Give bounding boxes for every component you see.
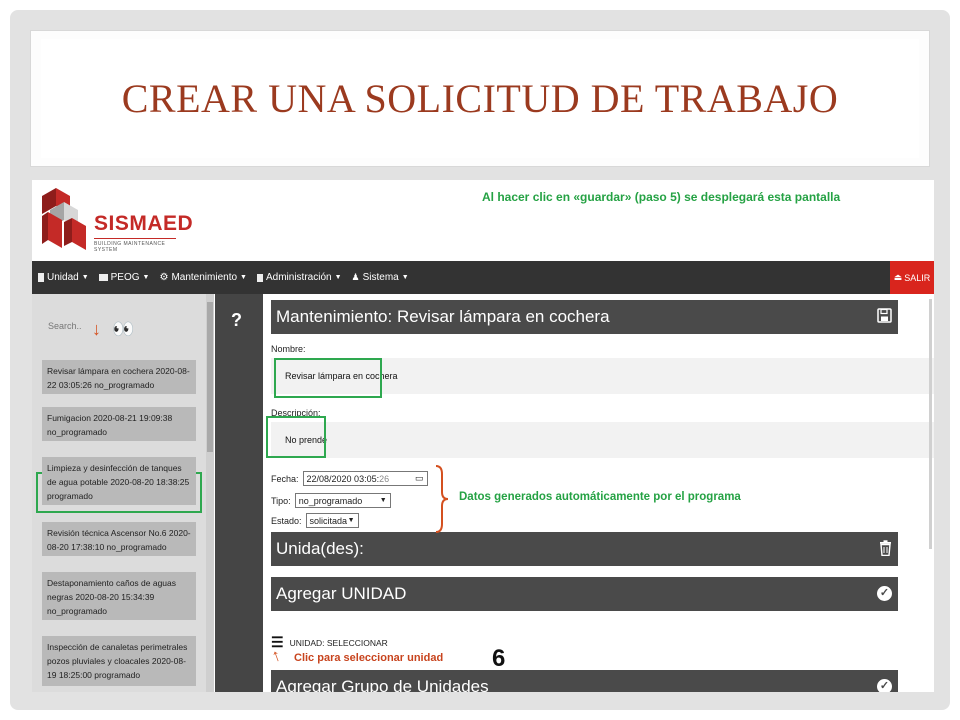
logout-icon: ⏏ (893, 272, 903, 282)
chevron-down-icon: ▼ (347, 517, 355, 524)
users-icon: ♟ (351, 272, 360, 282)
tipo-label: Tipo: (271, 495, 291, 506)
calendar-icon (98, 274, 108, 281)
list-item[interactable]: Revisión técnica Ascensor No.6 2020-08-2… (42, 522, 196, 556)
descripcion-row: No prende (271, 422, 934, 458)
logo-blocks-icon (42, 188, 86, 250)
estado-value: solicitada (309, 515, 348, 526)
help-button[interactable]: ? (231, 310, 242, 331)
top-navbar: Unidad ▼ PEOG ▼ ⚙ Mantenimiento ▼ Admini… (32, 261, 934, 294)
nombre-highlight-box (274, 358, 382, 398)
logout-label: SALIR (904, 272, 931, 283)
nav-label: Sistema (362, 272, 399, 283)
logo-text: SISMAED (94, 212, 194, 235)
list-item[interactable]: Fumigacion 2020-08-21 19:09:38 no_progra… (42, 407, 196, 441)
caret-down-icon: ▼ (401, 274, 409, 281)
agregar-grupo-title: Agregar Grupo de Unidades (276, 677, 489, 692)
arrow-down-annotation: ↓ (92, 319, 101, 339)
estado-select[interactable]: solicitada ▼ (305, 513, 359, 528)
check-circle-icon[interactable]: ✓ (877, 586, 892, 601)
scrollbar-thumb[interactable] (207, 302, 213, 452)
logo-subtitle: BUILDING MAINTENANCE SYSTEM (94, 238, 176, 253)
nav-label: Unidad (47, 272, 79, 283)
sidebar-scrollbar[interactable] (206, 294, 214, 692)
brace-annotation (435, 465, 449, 533)
calendar-picker-icon[interactable]: ▭ (415, 473, 424, 484)
building-icon (38, 273, 44, 282)
step-number: 6 (492, 645, 506, 672)
form-header: Mantenimiento: Revisar lámpara en cocher… (271, 300, 898, 334)
estado-row: Estado: solicitada ▼ (271, 513, 359, 528)
title-box: CREAR UNA SOLICITUD DE TRABAJO (30, 30, 930, 167)
unidad-select-row[interactable]: ☰ UNIDAD: SELECCIONAR (271, 634, 388, 651)
nav-mantenimiento[interactable]: ⚙ Mantenimiento ▼ (159, 272, 247, 283)
book-icon (256, 273, 263, 282)
eyes-icon: 👀 (112, 319, 134, 339)
nav-administracion[interactable]: Administración ▼ (256, 272, 342, 283)
nav-label: PEOG (110, 272, 140, 283)
form-title: Mantenimiento: Revisar lámpara en cocher… (276, 307, 610, 326)
fecha-field[interactable]: 22/08/2020 03:05:26 ▭ (302, 471, 428, 486)
list-item[interactable]: Destaponamiento caños de aguas negras 20… (42, 572, 196, 620)
agregar-grupo-header: Agregar Grupo de Unidades ✓ (271, 670, 898, 692)
app-screenshot: SISMAED BUILDING MAINTENANCE SYSTEM Al h… (32, 180, 934, 692)
top-annotation: Al hacer clic en «guardar» (paso 5) se d… (482, 190, 841, 204)
tipo-select[interactable]: no_programado ▼ (294, 493, 391, 508)
check-circle-icon[interactable]: ✓ (877, 679, 892, 692)
fecha-seconds: 26 (379, 473, 390, 484)
list-item[interactable]: Limpieza y desinfección de tanques de ag… (42, 457, 196, 505)
slide-title: CREAR UNA SOLICITUD DE TRABAJO (121, 76, 839, 121)
descripcion-highlight-box (266, 416, 326, 458)
caret-down-icon: ▼ (240, 274, 247, 281)
tipo-row: Tipo: no_programado ▼ (271, 493, 391, 508)
main-scrollbar[interactable] (929, 299, 932, 549)
nav-label: Administración (265, 272, 332, 283)
gears-icon: ⚙ (159, 272, 169, 283)
save-icon[interactable] (877, 308, 892, 327)
fecha-row: Fecha: 22/08/2020 03:05:26 ▭ (271, 471, 428, 486)
caret-down-icon: ▼ (142, 274, 150, 281)
fecha-value: 22/08/2020 03:05: (306, 473, 380, 484)
agregar-unidad-header: Agregar UNIDAD ✓ (271, 577, 898, 611)
sismaed-logo: SISMAED BUILDING MAINTENANCE SYSTEM (42, 186, 202, 256)
help-column: ? (215, 294, 263, 692)
caret-down-icon: ▼ (334, 274, 342, 281)
tipo-value: no_programado (298, 495, 363, 506)
nav-sistema[interactable]: ♟ Sistema ▼ (352, 272, 409, 283)
estado-label: Estado: (271, 515, 302, 526)
click-annotation: Clic para seleccionar unidad (294, 652, 444, 664)
nav-label: Mantenimiento (171, 272, 238, 283)
caret-down-icon: ▼ (81, 274, 89, 281)
sidebar: Search.. ↓ 👀 Revisar lámpara en cochera … (32, 294, 214, 692)
agregar-unidad-title: Agregar UNIDAD (276, 584, 407, 603)
list-item[interactable]: Inspección de canaletas perimetrales poz… (42, 636, 196, 686)
chevron-down-icon: ▼ (379, 497, 387, 504)
unidades-header: Unida(des): (271, 532, 898, 566)
search-input[interactable]: Search.. (48, 321, 82, 331)
unidad-select-label: UNIDAD: SELECCIONAR (289, 637, 388, 648)
auto-data-annotation: Datos generados automáticamente por el p… (459, 491, 741, 503)
unidades-title: Unida(des): (276, 539, 364, 558)
logout-button[interactable]: ⏏ SALIR (890, 261, 934, 294)
trash-icon[interactable] (879, 540, 892, 560)
nav-peog[interactable]: PEOG ▼ (98, 272, 150, 283)
nombre-label: Nombre: (271, 344, 306, 354)
fecha-label: Fecha: (271, 473, 299, 484)
list-item[interactable]: Revisar lámpara en cochera 2020-08-22 03… (42, 360, 196, 394)
nav-unidad[interactable]: Unidad ▼ (38, 272, 89, 283)
